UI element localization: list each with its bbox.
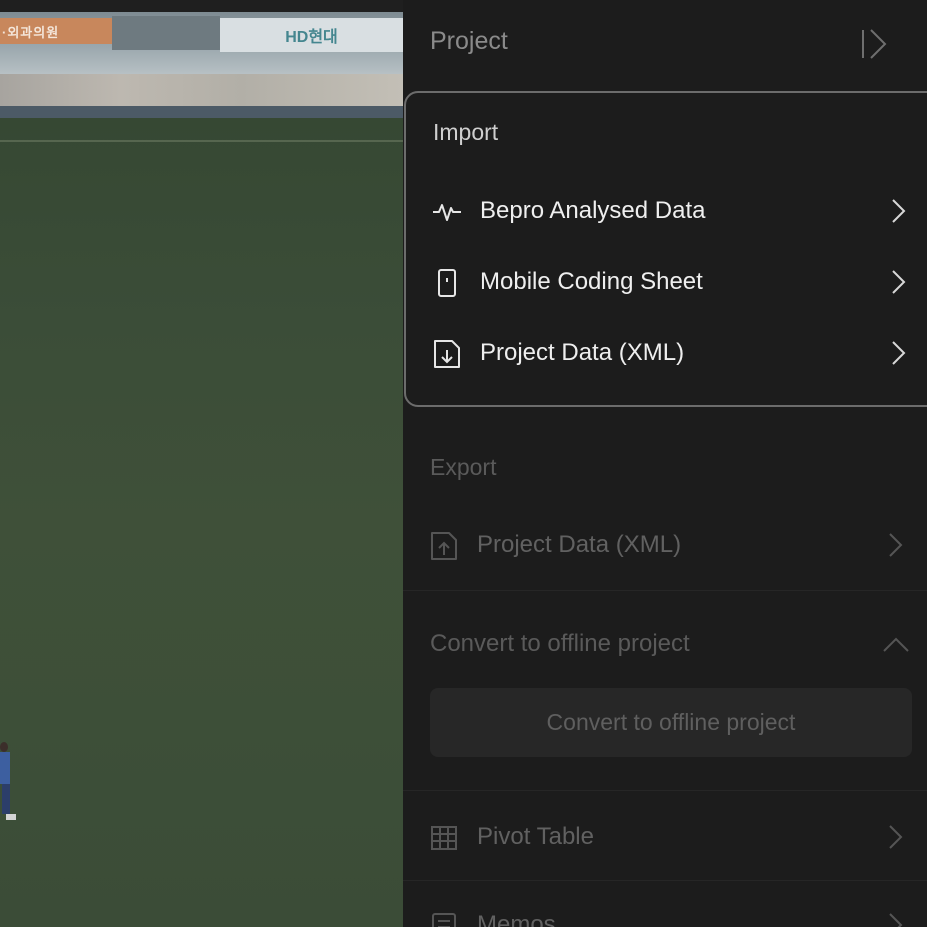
chevron-right-icon: [889, 825, 903, 849]
import-item-label: Bepro Analysed Data: [480, 197, 706, 224]
section-divider: [403, 590, 927, 591]
convert-offline-button[interactable]: Convert to offline project: [430, 688, 912, 757]
chevron-right-icon: [889, 913, 903, 927]
player-head: [0, 742, 8, 752]
import-bepro-analysed-data[interactable]: Bepro Analysed Data: [406, 179, 927, 243]
stadium-banner-sponsor: HD현대: [220, 18, 403, 52]
pivot-table-item[interactable]: Pivot Table: [403, 805, 925, 869]
import-item-label: Mobile Coding Sheet: [480, 268, 703, 295]
mobile-phone-icon: [438, 269, 456, 297]
export-title: Export: [430, 454, 497, 480]
stadium-banner-middle: [112, 16, 220, 50]
chevron-up-icon: [883, 637, 909, 652]
convert-offline-toggle[interactable]: Convert to offline project: [403, 614, 927, 674]
memos-item[interactable]: Memos: [403, 893, 925, 927]
grid-table-icon: [431, 826, 457, 850]
player-body: [0, 752, 10, 784]
player-shoe: [6, 814, 16, 820]
video-top-bar: [0, 0, 403, 12]
export-item-label: Project Data (XML): [477, 531, 682, 558]
football-pitch: [0, 118, 403, 927]
convert-offline-title: Convert to offline project: [430, 630, 690, 657]
stadium-banner-left: ·외과의원: [0, 18, 112, 44]
panel-collapse-button[interactable]: [857, 26, 893, 62]
advertising-board: [0, 74, 403, 106]
section-divider: [403, 880, 927, 881]
import-mobile-coding-sheet[interactable]: Mobile Coding Sheet: [406, 250, 927, 314]
tool-item-label: Pivot Table: [477, 823, 594, 850]
export-project-data-xml[interactable]: Project Data (XML): [403, 513, 925, 577]
panel-collapse-icon: [862, 29, 887, 59]
player-legs: [2, 784, 10, 814]
file-upload-icon: [431, 532, 457, 560]
import-item-label: Project Data (XML): [480, 339, 685, 366]
panel-header: Project: [403, 0, 927, 88]
project-panel: Project Import Bepro Analysed Data Mobil…: [403, 0, 927, 927]
pitch-line: [0, 140, 403, 142]
video-frame[interactable]: ·외과의원 HD현대: [0, 0, 403, 927]
chevron-right-icon: [892, 341, 906, 365]
memo-icon: [432, 913, 456, 927]
activity-pulse-icon: [433, 204, 461, 221]
chevron-right-icon: [892, 270, 906, 294]
file-download-icon: [434, 340, 460, 368]
player-figure: [0, 742, 16, 822]
panel-title: Project: [430, 27, 508, 55]
import-section: Import Bepro Analysed Data Mobile Coding…: [404, 91, 927, 407]
advertising-stripe: [0, 106, 403, 118]
chevron-right-icon: [889, 533, 903, 557]
tool-item-label: Memos: [477, 911, 556, 927]
import-title: Import: [433, 119, 499, 145]
section-divider: [403, 790, 927, 791]
import-project-data-xml[interactable]: Project Data (XML): [406, 321, 927, 385]
chevron-right-icon: [892, 199, 906, 223]
